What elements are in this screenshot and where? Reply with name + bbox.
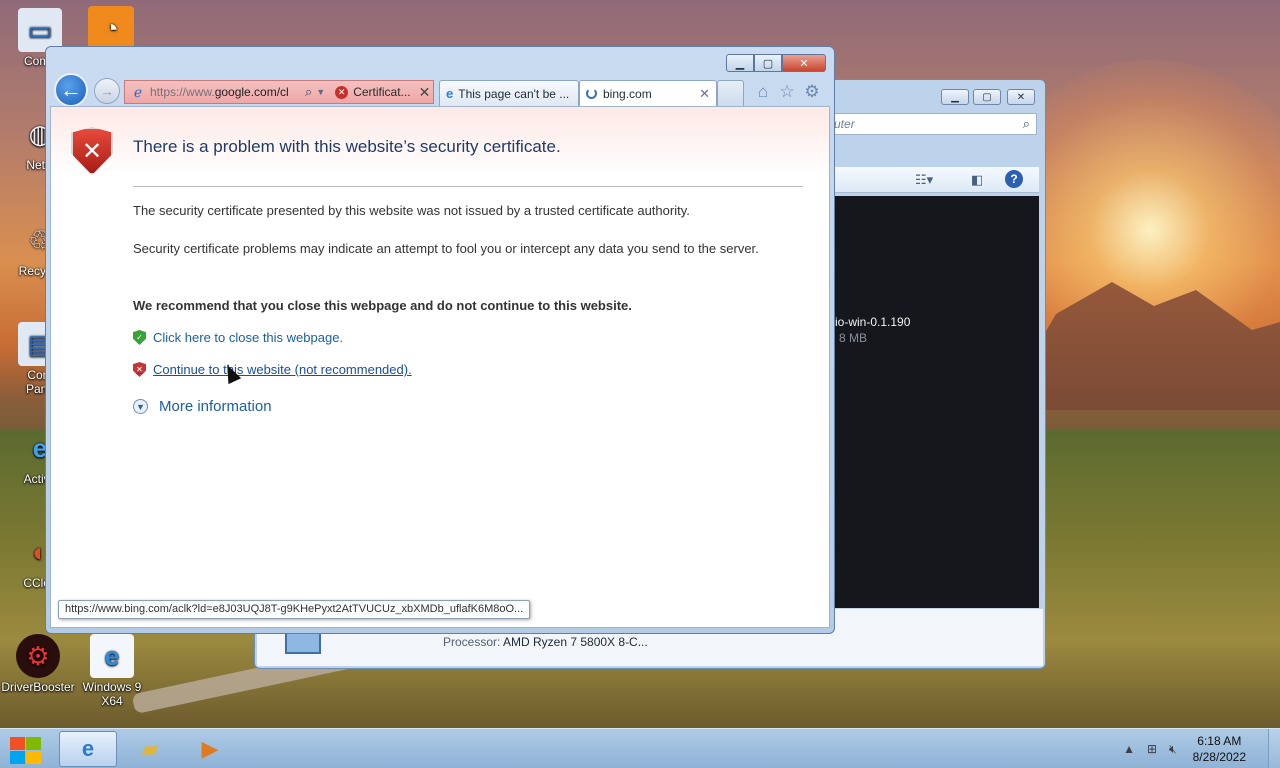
view-options-icon[interactable]: ☷▾ [915,172,933,188]
internet-explorer-icon: e [446,86,454,101]
internet-explorer-icon: ℯ [133,83,143,100]
file-pane [835,196,1039,608]
clock[interactable]: 6:18 AM 8/28/2022 [1193,733,1246,765]
folder-icon: ▰ [141,736,159,761]
system-tray: ▲ ⊞ 🔇︎ 6:18 AM 8/28/2022 [1117,729,1280,768]
address-url[interactable]: https://www.google.com/cl [150,85,302,99]
internet-explorer-icon: e [81,736,95,761]
chevron-up-icon[interactable]: ▲ [1123,742,1135,756]
close-webpage-link-row[interactable]: ✓ Click here to close this webpage. [133,330,343,345]
minimize-button[interactable]: ▁ [726,54,754,72]
taskbar-file-explorer[interactable]: ▰ [121,731,179,767]
preview-pane-icon[interactable]: ◧ [971,172,983,188]
internet-explorer-window[interactable]: ▁ ▢ ✕ ← → ℯ https://www.google.com/cl ⌕ … [45,46,835,634]
loading-icon [586,88,597,99]
minimize-button[interactable]: ▁ [941,89,969,105]
file-name[interactable]: io-win-0.1.190 [835,315,910,329]
continue-to-website-link[interactable]: Continue to this website (not recommende… [153,362,412,377]
start-button[interactable] [8,735,42,765]
desktop-icon-driverbooster[interactable]: ⚙ DriverBooster [0,634,78,694]
file-size: 8 MB [839,331,868,345]
processor-label: Processor: [443,635,501,649]
back-button[interactable]: ← [54,73,88,107]
close-button[interactable]: ✕ [1007,89,1035,105]
show-desktop-button[interactable] [1268,729,1280,768]
status-bar-url: https://www.bing.com/aclk?ld=e8J03UQJ8T-… [58,600,531,619]
taskbar-media-player[interactable]: ▶ [181,731,239,767]
forward-button[interactable]: → [94,78,120,104]
windows-logo-icon [10,737,25,750]
taskbar-internet-explorer[interactable]: e [59,731,117,767]
window-controls: ▁ ▢ ✕ [726,54,826,72]
page-content: ✕ There is a problem with this website’s… [50,106,830,628]
taskbar: e ▰ ▶ ▲ ⊞ 🔇︎ 6:18 AM 8/28/2022 [0,728,1280,768]
tab-label: bing.com [603,86,652,101]
close-tab-icon[interactable]: ✕ [699,86,710,102]
page-title: There is a problem with this website’s s… [133,137,561,156]
maximize-button[interactable]: ▢ [754,54,782,72]
shield-check-icon: ✓ [133,330,146,345]
volume-muted-icon[interactable]: 🔇︎ [1169,742,1177,757]
internet-explorer-icon: e [90,634,134,678]
divider [133,186,803,187]
tab-bing[interactable]: bing.com ✕ [579,80,717,106]
help-icon[interactable]: ? [1005,170,1023,188]
certificate-error-icon[interactable]: ✕ [335,85,349,99]
continue-link-row[interactable]: ✕ Continue to this website (not recommen… [133,362,412,377]
certificate-error-label[interactable]: Certificat... [353,85,410,99]
more-information-toggle[interactable]: ▼ More information [133,398,272,415]
desktop-icon-label: Windows 9 X64 [82,680,142,708]
clock-time: 6:18 AM [1197,734,1242,748]
close-webpage-link[interactable]: Click here to close this webpage. [153,330,343,345]
certificate-description: The security certificate presented by th… [133,203,690,218]
chevron-down-icon[interactable]: ▼ [316,87,325,97]
desktop-icon-windows9[interactable]: e Windows 9 X64 [72,634,152,708]
address-bar[interactable]: ℯ https://www.google.com/cl ⌕ ▼ ✕ Certif… [124,80,434,104]
network-icon[interactable]: ⊞ [1147,742,1157,756]
new-tab-button[interactable] [717,80,744,106]
shield-error-icon: ✕ [133,362,146,377]
desktop-icon-label: DriverBooster [1,680,75,694]
home-icon[interactable]: ⌂ [753,82,773,102]
chevron-down-icon: ▼ [133,399,148,414]
more-information-label: More information [159,398,272,415]
search-icon[interactable]: ⌕ [1023,116,1030,132]
maximize-button[interactable]: ▢ [973,89,1001,105]
tab-page-cant-be-displayed[interactable]: e This page can't be ... [439,80,579,106]
media-player-icon: ▶ [201,736,219,761]
recommendation-text: We recommend that you close this webpage… [133,298,632,313]
search-icon[interactable]: ⌕ [305,84,312,100]
gear-icon[interactable]: ⚙ [802,82,822,102]
stop-icon[interactable]: ✕ [419,84,431,101]
security-warning-text: Security certificate problems may indica… [133,241,759,256]
close-button[interactable]: ✕ [782,54,826,72]
favorites-star-icon[interactable]: ☆ [777,82,797,102]
clock-date: 8/28/2022 [1192,750,1246,764]
driverbooster-icon: ⚙ [16,634,60,678]
app-icon: ◔ [88,6,134,50]
tab-label: This page can't be ... [458,86,570,101]
processor-value: AMD Ryzen 7 5800X 8-C... [503,635,648,649]
